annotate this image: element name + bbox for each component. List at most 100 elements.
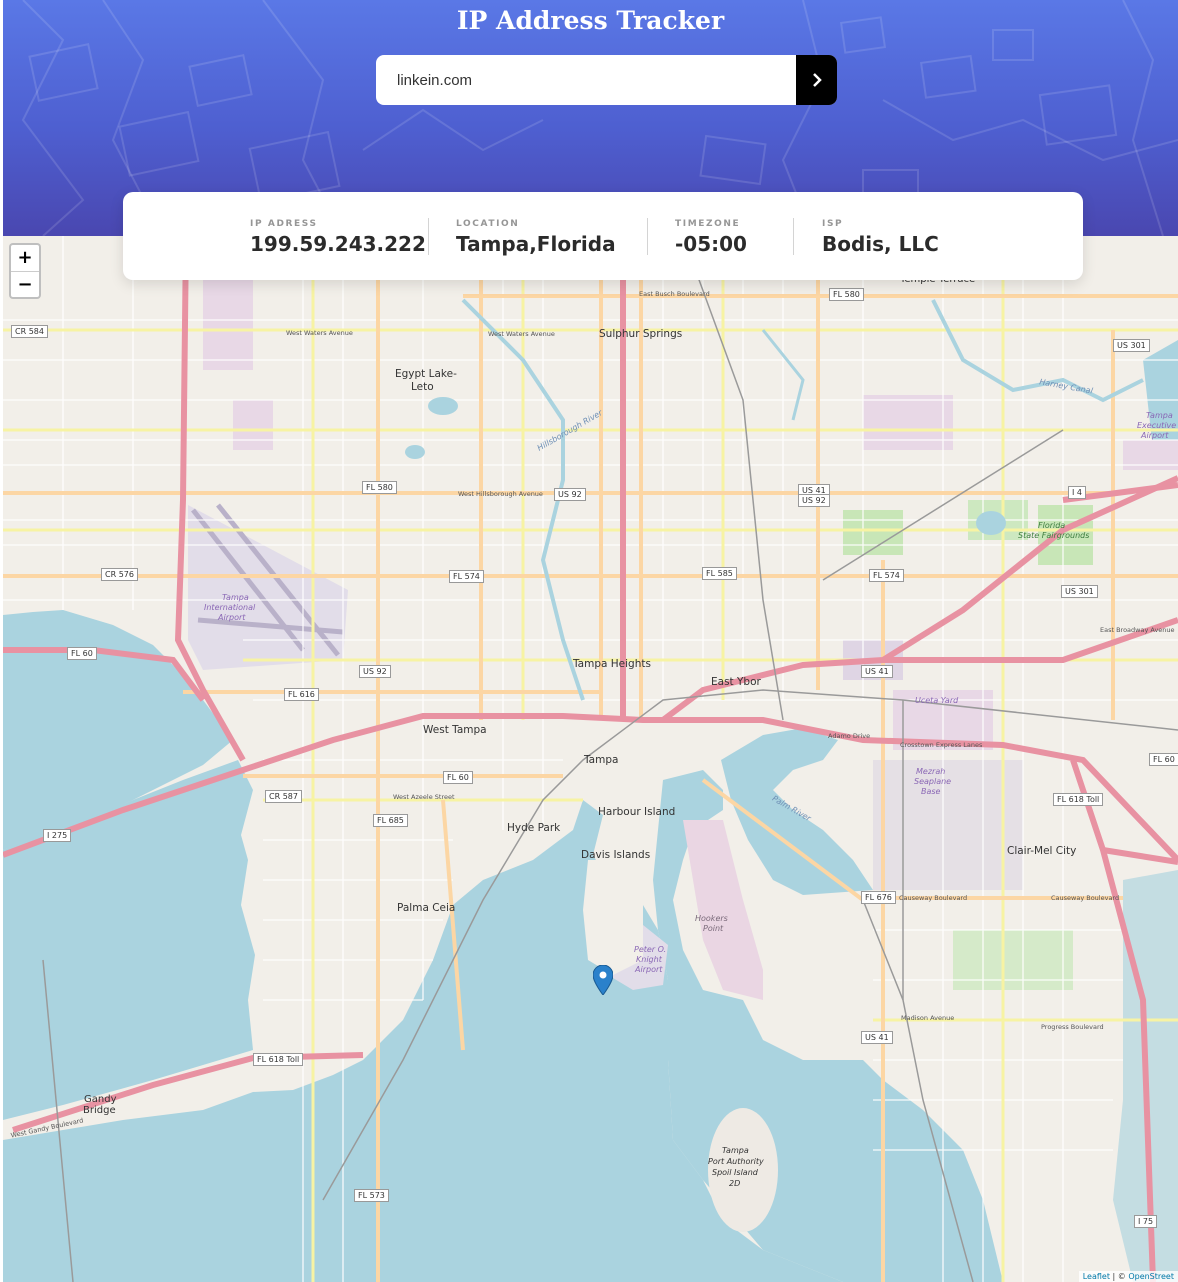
route-shield: US 92 [359, 665, 391, 678]
ip-info-card: IP ADRESS 199.59.243.222 LOCATION Tampa,… [123, 192, 1083, 280]
place-label: Harbour Island [598, 806, 676, 818]
place-label: 2D [729, 1179, 741, 1188]
street-label: Progress Boulevard [1041, 1023, 1104, 1031]
street-label: West Waters Avenue [488, 330, 555, 338]
page-title: IP Address Tracker [456, 6, 725, 35]
osm-link[interactable]: OpenStreet [1128, 1272, 1174, 1281]
street-label: East Busch Boulevard [639, 290, 710, 298]
place-label: Davis Islands [581, 849, 651, 861]
street-label: Causeway Boulevard [1051, 894, 1120, 902]
route-shield: US 92 [554, 488, 586, 501]
zoom-in-button[interactable]: + [11, 245, 39, 272]
street-label: West Azeele Street [393, 793, 455, 801]
timezone-value: -05:00 [675, 232, 747, 256]
map-attribution: Leaflet | © OpenStreet [1078, 1271, 1178, 1282]
route-shield: FL 616 [284, 688, 319, 701]
chevron-right-icon [812, 73, 822, 87]
airport-label: Airport [1141, 431, 1169, 440]
street-label: Causeway Boulevard [899, 894, 968, 902]
route-shield: FL 580 [362, 481, 397, 494]
place-label: Point [703, 924, 724, 933]
place-label: Sulphur Springs [599, 328, 683, 340]
route-shield: FL 585 [702, 567, 737, 580]
location-marker-icon[interactable] [592, 964, 614, 1000]
street-label: West Hillsborough Avenue [458, 490, 543, 498]
airport-label: Tampa [1146, 411, 1173, 420]
place-label: Egypt Lake- [395, 368, 457, 380]
route-shield: US 301 [1113, 339, 1150, 352]
route-shield: FL 60 [443, 771, 473, 784]
airport-label: Peter O. [634, 945, 667, 954]
airport-label: Knight [636, 955, 662, 964]
place-label: Tampa [584, 754, 619, 766]
place-label: East Ybor [711, 676, 761, 688]
search-submit-button[interactable] [796, 55, 837, 105]
timezone-label: TIMEZONE [675, 219, 741, 229]
search-bar [376, 55, 837, 105]
place-label: Tampa [722, 1146, 749, 1155]
route-shield: FL 60 [67, 647, 97, 660]
street-label: West Waters Avenue [286, 329, 353, 337]
place-label: Gandy [84, 1094, 117, 1105]
zoom-out-button[interactable]: − [11, 272, 39, 298]
route-shield: I 4 [1068, 486, 1086, 499]
street-label: Adamo Drive [828, 732, 871, 740]
map-zoom-control: + − [9, 243, 41, 299]
attribution-separator: | © [1109, 1272, 1129, 1281]
place-label: Bridge [83, 1105, 116, 1116]
isp-label: ISP [822, 219, 844, 229]
route-shield: US 301 [1061, 585, 1098, 598]
route-shield: FL 60 [1149, 753, 1178, 766]
route-shield: FL 685 [373, 814, 408, 827]
ip-address-label: IP ADRESS [250, 219, 318, 229]
route-shield: CR 587 [265, 790, 302, 803]
route-shield: FL 618 Toll [253, 1053, 304, 1066]
airport-label: Tampa [222, 593, 249, 602]
park-label: Florida [1038, 521, 1066, 530]
route-shield: US 41 [861, 665, 893, 678]
location-value: Tampa,Florida [456, 232, 616, 256]
divider [793, 218, 794, 255]
map-view[interactable]: Sulphur Springs Egypt Lake- Leto Temple … [3, 236, 1178, 1282]
isp-value: Bodis, LLC [822, 232, 939, 256]
airport-label: International [204, 603, 256, 612]
route-shield: FL 580 [829, 288, 864, 301]
park-label: State Fairgrounds [1018, 531, 1090, 540]
route-shield: CR 576 [101, 568, 138, 581]
street-label: East Broadway Avenue [1100, 626, 1175, 634]
leaflet-link[interactable]: Leaflet [1083, 1272, 1110, 1281]
place-label: Palma Ceia [397, 902, 456, 914]
airport-label: Mezrah [916, 767, 946, 776]
place-label: Spoil Island [712, 1168, 758, 1177]
search-input[interactable] [376, 55, 796, 105]
ip-address-value: 199.59.243.222 [250, 232, 426, 256]
route-shield: FL 574 [869, 569, 904, 582]
airport-label: Seaplane [914, 777, 952, 786]
place-label: Hyde Park [507, 822, 561, 834]
route-shield: US 92 [798, 494, 830, 507]
airport-label: Base [921, 787, 941, 796]
place-label: Uceta Yard [915, 696, 959, 705]
place-label: Tampa Heights [573, 658, 651, 670]
place-label: West Tampa [423, 724, 487, 736]
street-label: Madison Avenue [901, 1014, 955, 1022]
location-label: LOCATION [456, 219, 520, 229]
place-label: Clair-Mel City [1007, 845, 1077, 857]
airport-label: Airport [218, 613, 246, 622]
divider [428, 218, 429, 255]
route-shield: FL 676 [861, 891, 896, 904]
route-shield: I 75 [1134, 1215, 1158, 1228]
place-label: Hookers [695, 914, 728, 923]
route-shield: US 41 [861, 1031, 893, 1044]
route-shield: I 275 [43, 829, 72, 842]
airport-label: Executive [1137, 421, 1177, 430]
route-shield: CR 584 [11, 325, 48, 338]
airport-label: Airport [635, 965, 663, 974]
route-shield: FL 618 Toll [1053, 793, 1104, 806]
place-label: Leto [411, 381, 434, 393]
place-label: Port Authority [708, 1157, 764, 1166]
street-label: Crosstown Express Lanes [900, 741, 983, 749]
divider [647, 218, 648, 255]
route-shield: FL 573 [354, 1189, 389, 1202]
route-shield: FL 574 [449, 570, 484, 583]
